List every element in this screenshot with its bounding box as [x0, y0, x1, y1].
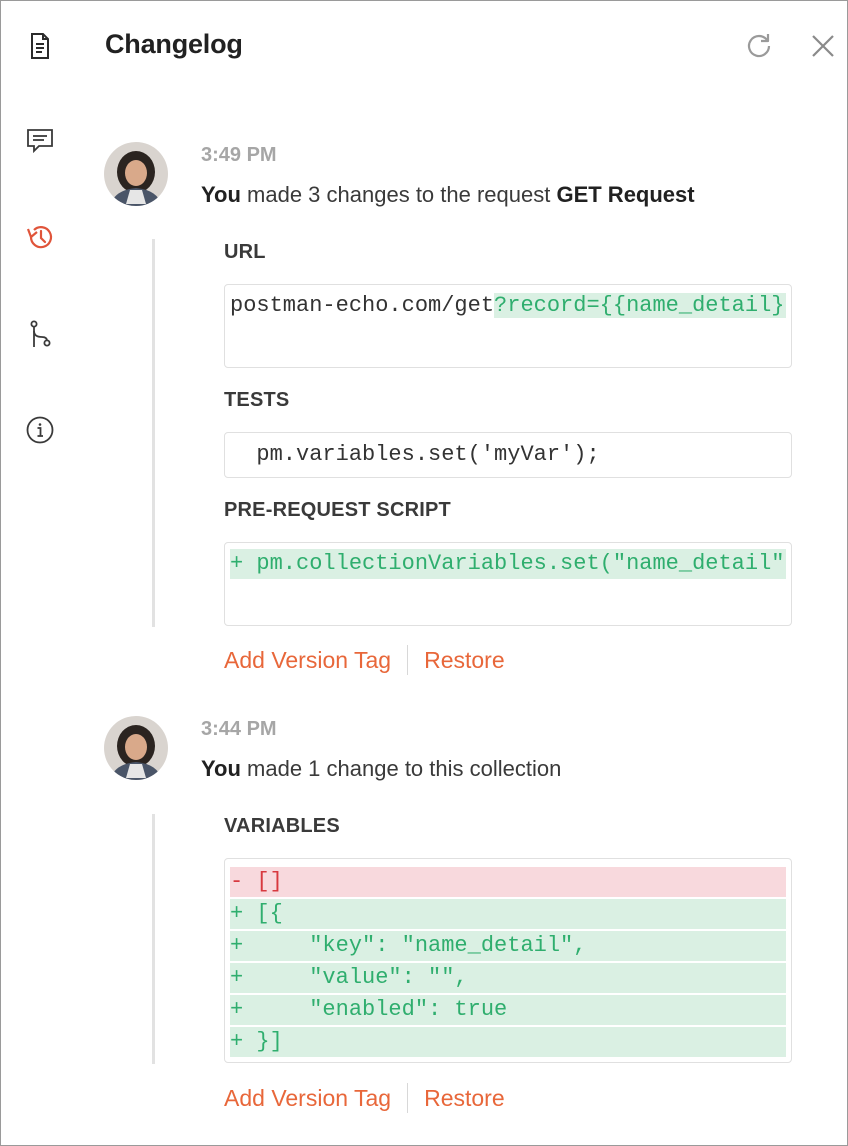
add-version-tag-button[interactable]: Add Version Tag	[224, 1085, 391, 1112]
avatar	[104, 142, 168, 206]
code-line-added: + "enabled": true	[230, 995, 786, 1025]
code-line: pm.variables.set('myVar');	[230, 442, 600, 467]
restore-button[interactable]: Restore	[424, 647, 505, 674]
entry-actor: You	[201, 756, 241, 781]
entry-actions: Add Version Tag Restore	[224, 645, 505, 675]
code-line-added: + "value": "",	[230, 963, 786, 993]
pre-request-diff-box: + pm.collectionVariables.set("name_detai…	[224, 542, 792, 626]
section-label-variables: VARIABLES	[224, 815, 340, 837]
changelog-panel: Changelog 3:49 PM You made 3 changes to …	[0, 0, 848, 1146]
timeline-line	[152, 239, 155, 627]
code-line-removed: - []	[230, 867, 786, 897]
code-line-added: + "key": "name_detail",	[230, 931, 786, 961]
divider	[407, 1083, 409, 1113]
url-added-params: ?record={{name_detail}}	[494, 293, 786, 318]
avatar	[104, 716, 168, 780]
section-label-url: URL	[224, 241, 266, 263]
entry-summary-text: made 3 changes to the request	[240, 182, 557, 207]
add-version-tag-button[interactable]: Add Version Tag	[224, 647, 391, 674]
url-diff-box: postman-echo.com/get?record={{name_detai…	[224, 284, 792, 368]
restore-button[interactable]: Restore	[424, 1085, 505, 1112]
comment-icon[interactable]	[23, 123, 57, 157]
tests-diff-box: pm.variables.set('myVar');	[224, 432, 792, 478]
code-line-added: + [{	[230, 899, 786, 929]
entry-summary: You made 3 changes to the request GET Re…	[201, 182, 695, 208]
document-icon[interactable]	[23, 29, 57, 63]
code-line: postman-echo.com/get?record={{name_detai…	[230, 291, 786, 321]
timeline-line	[152, 814, 155, 1064]
entry-actions: Add Version Tag Restore	[224, 1083, 505, 1113]
code-line-added: + pm.collectionVariables.set("name_detai…	[230, 549, 786, 579]
sidebar-rail	[1, 1, 79, 1145]
section-label-pre-request-script: PRE-REQUEST SCRIPT	[224, 499, 451, 521]
page-title: Changelog	[105, 29, 243, 59]
code-line-added: + }]	[230, 1027, 786, 1057]
url-base: postman-echo.com/get	[230, 293, 495, 318]
pull-request-icon[interactable]	[23, 317, 57, 351]
entry-summary: You made 1 change to this collection	[201, 756, 561, 782]
history-icon[interactable]	[23, 220, 57, 254]
entry-summary-text: made 1 change to this collection	[240, 756, 562, 781]
section-label-tests: TESTS	[224, 389, 290, 411]
entry-actor: You	[201, 182, 241, 207]
entry-time: 3:49 PM	[201, 144, 277, 166]
refresh-icon[interactable]	[742, 29, 776, 63]
entry-target: GET Request	[556, 182, 695, 207]
divider	[407, 645, 409, 675]
info-icon[interactable]	[23, 413, 57, 447]
entry-time: 3:44 PM	[201, 718, 277, 740]
variables-diff-box: - [] + [{ + "key": "name_detail", + "val…	[224, 858, 792, 1063]
close-icon[interactable]	[806, 29, 840, 63]
